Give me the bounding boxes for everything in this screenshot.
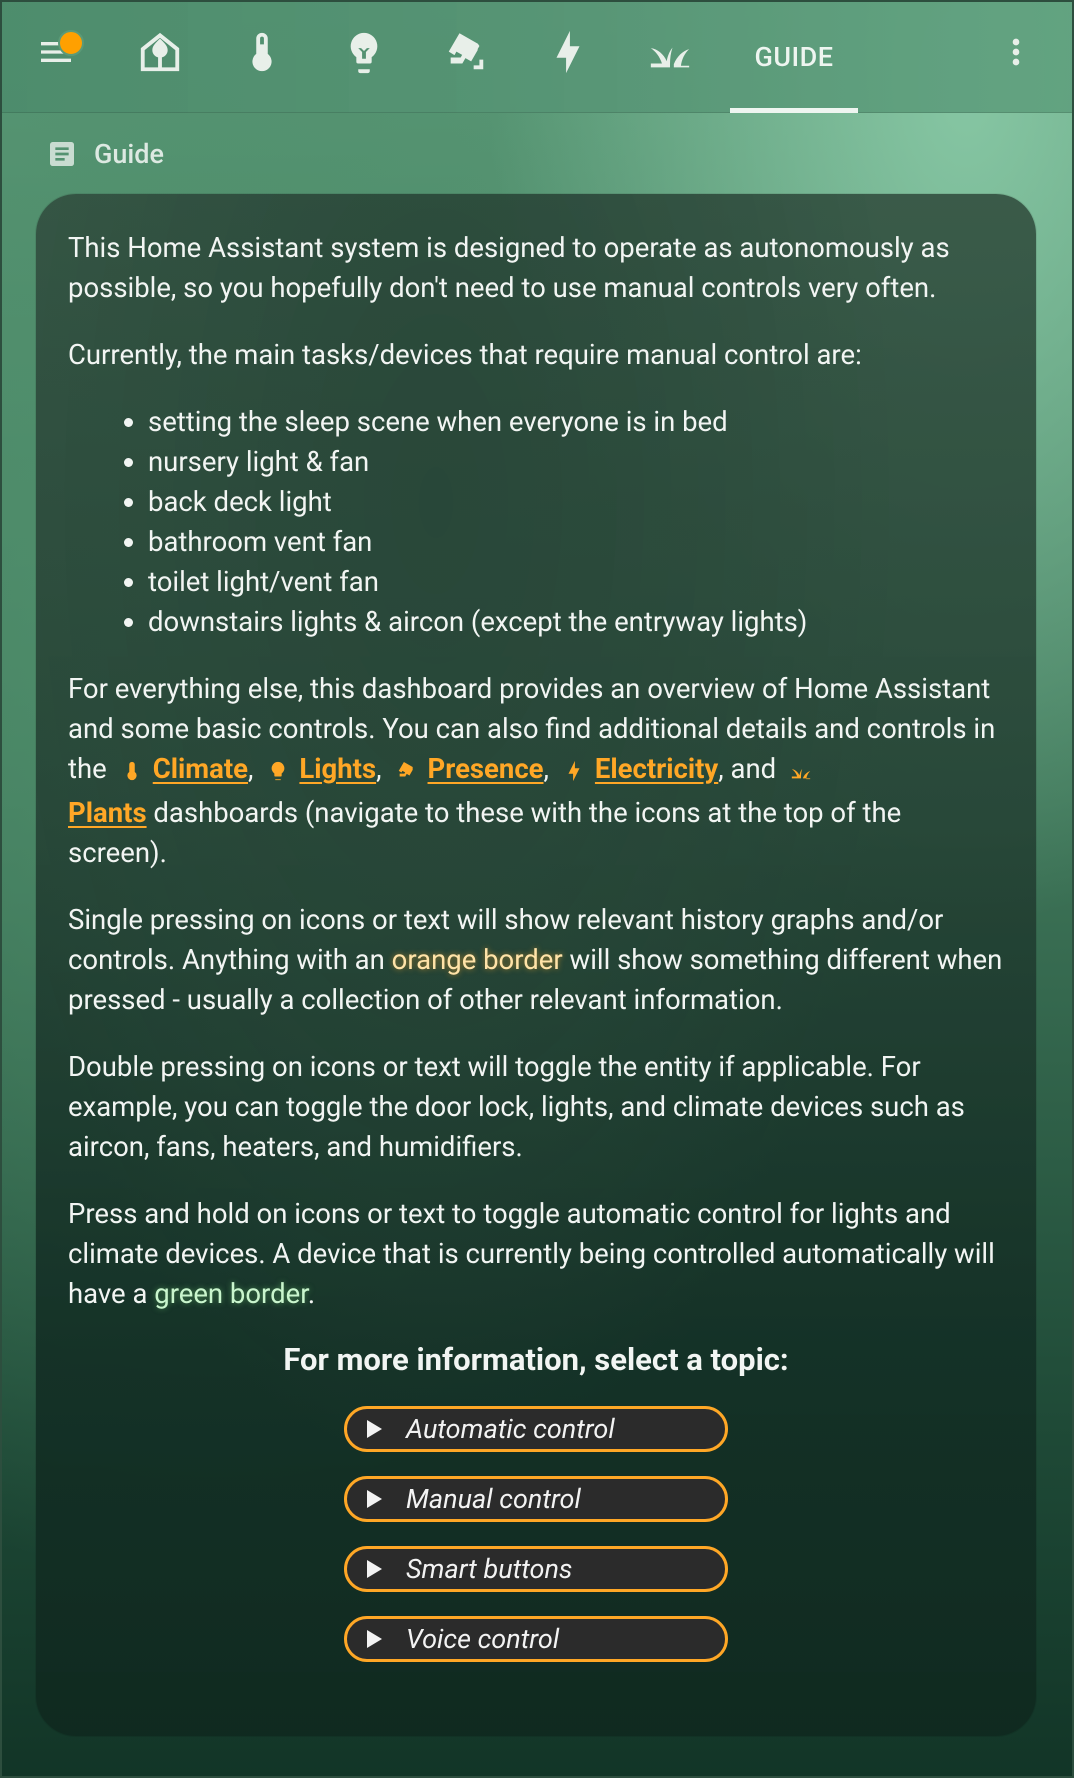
topics-list: Automatic control Manual control Smart b… bbox=[68, 1406, 1004, 1662]
tab-home[interactable] bbox=[130, 22, 190, 82]
thermometer-icon bbox=[252, 32, 272, 72]
topic-label: Manual control bbox=[406, 1483, 581, 1515]
expand-triangle-icon bbox=[367, 1560, 382, 1578]
lightning-bolt-icon bbox=[556, 30, 580, 74]
topic-label: Voice control bbox=[406, 1623, 560, 1655]
single-press-paragraph: Single pressing on icons or text will sh… bbox=[68, 900, 1004, 1020]
tab-lights[interactable] bbox=[334, 22, 394, 82]
topic-label: Smart buttons bbox=[406, 1553, 573, 1585]
cctv-icon bbox=[396, 753, 418, 793]
hold-paragraph: Press and hold on icons or text to toggl… bbox=[68, 1197, 995, 1310]
tab-electricity[interactable] bbox=[538, 22, 598, 82]
tab-plants[interactable] bbox=[640, 22, 700, 82]
tab-guide[interactable]: GUIDE bbox=[730, 0, 858, 113]
thermometer-icon bbox=[121, 753, 143, 793]
orange-border-text: orange border bbox=[391, 943, 563, 976]
presence-link[interactable]: Presence bbox=[428, 752, 544, 785]
grass-icon bbox=[790, 753, 812, 793]
topic-manual-control[interactable]: Manual control bbox=[344, 1476, 728, 1522]
topics-heading: For more information, select a topic: bbox=[283, 1341, 789, 1378]
expand-triangle-icon bbox=[367, 1420, 382, 1438]
document-icon bbox=[50, 142, 74, 166]
lightbulb-icon bbox=[350, 32, 378, 74]
tab-climate[interactable] bbox=[232, 22, 292, 82]
topic-smart-buttons[interactable]: Smart buttons bbox=[344, 1546, 728, 1592]
grass-icon bbox=[650, 47, 690, 68]
overview-paragraph: For everything else, this dashboard prov… bbox=[68, 672, 996, 869]
list-item: nursery light & fan bbox=[148, 442, 1004, 482]
green-border-text: green border bbox=[154, 1277, 308, 1310]
topic-automatic-control[interactable]: Automatic control bbox=[344, 1406, 728, 1452]
overflow-menu-button[interactable] bbox=[986, 22, 1046, 82]
lightning-bolt-icon bbox=[563, 753, 585, 793]
card-title: Guide bbox=[94, 138, 164, 170]
guide-card: This Home Assistant system is designed t… bbox=[36, 194, 1036, 1736]
topic-label: Automatic control bbox=[406, 1413, 615, 1445]
list-item: bathroom vent fan bbox=[148, 522, 1004, 562]
overview-text-2: dashboards (navigate to these with the i… bbox=[68, 796, 902, 869]
list-item: setting the sleep scene when everyone is… bbox=[148, 402, 1004, 442]
home-floor-plan-icon bbox=[140, 32, 180, 72]
top-toolbar: GUIDE bbox=[0, 0, 1074, 113]
and-text: , and bbox=[718, 752, 777, 785]
plants-link[interactable]: Plants bbox=[68, 796, 147, 829]
manual-intro-text: Currently, the main tasks/devices that r… bbox=[68, 338, 862, 371]
card-header: Guide bbox=[46, 136, 164, 172]
climate-link[interactable]: Climate bbox=[153, 752, 248, 785]
expand-triangle-icon bbox=[367, 1490, 382, 1508]
lightbulb-icon bbox=[267, 753, 289, 793]
manual-control-list: setting the sleep scene when everyone is… bbox=[68, 402, 1004, 642]
list-item: downstairs lights & aircon (except the e… bbox=[148, 602, 1004, 642]
list-item: back deck light bbox=[148, 482, 1004, 522]
topic-voice-control[interactable]: Voice control bbox=[344, 1616, 728, 1662]
cctv-icon bbox=[448, 33, 484, 70]
dots-vertical-icon bbox=[1012, 38, 1020, 66]
intro-text: This Home Assistant system is designed t… bbox=[68, 231, 950, 304]
lights-link[interactable]: Lights bbox=[299, 752, 376, 785]
active-tab-indicator bbox=[730, 108, 858, 113]
electricity-link[interactable]: Electricity bbox=[595, 752, 718, 785]
double-press-paragraph: Double pressing on icons or text will to… bbox=[68, 1050, 965, 1163]
tab-presence[interactable] bbox=[436, 22, 496, 82]
expand-triangle-icon bbox=[367, 1630, 382, 1648]
notification-badge bbox=[58, 30, 84, 56]
list-item: toilet light/vent fan bbox=[148, 562, 1004, 602]
